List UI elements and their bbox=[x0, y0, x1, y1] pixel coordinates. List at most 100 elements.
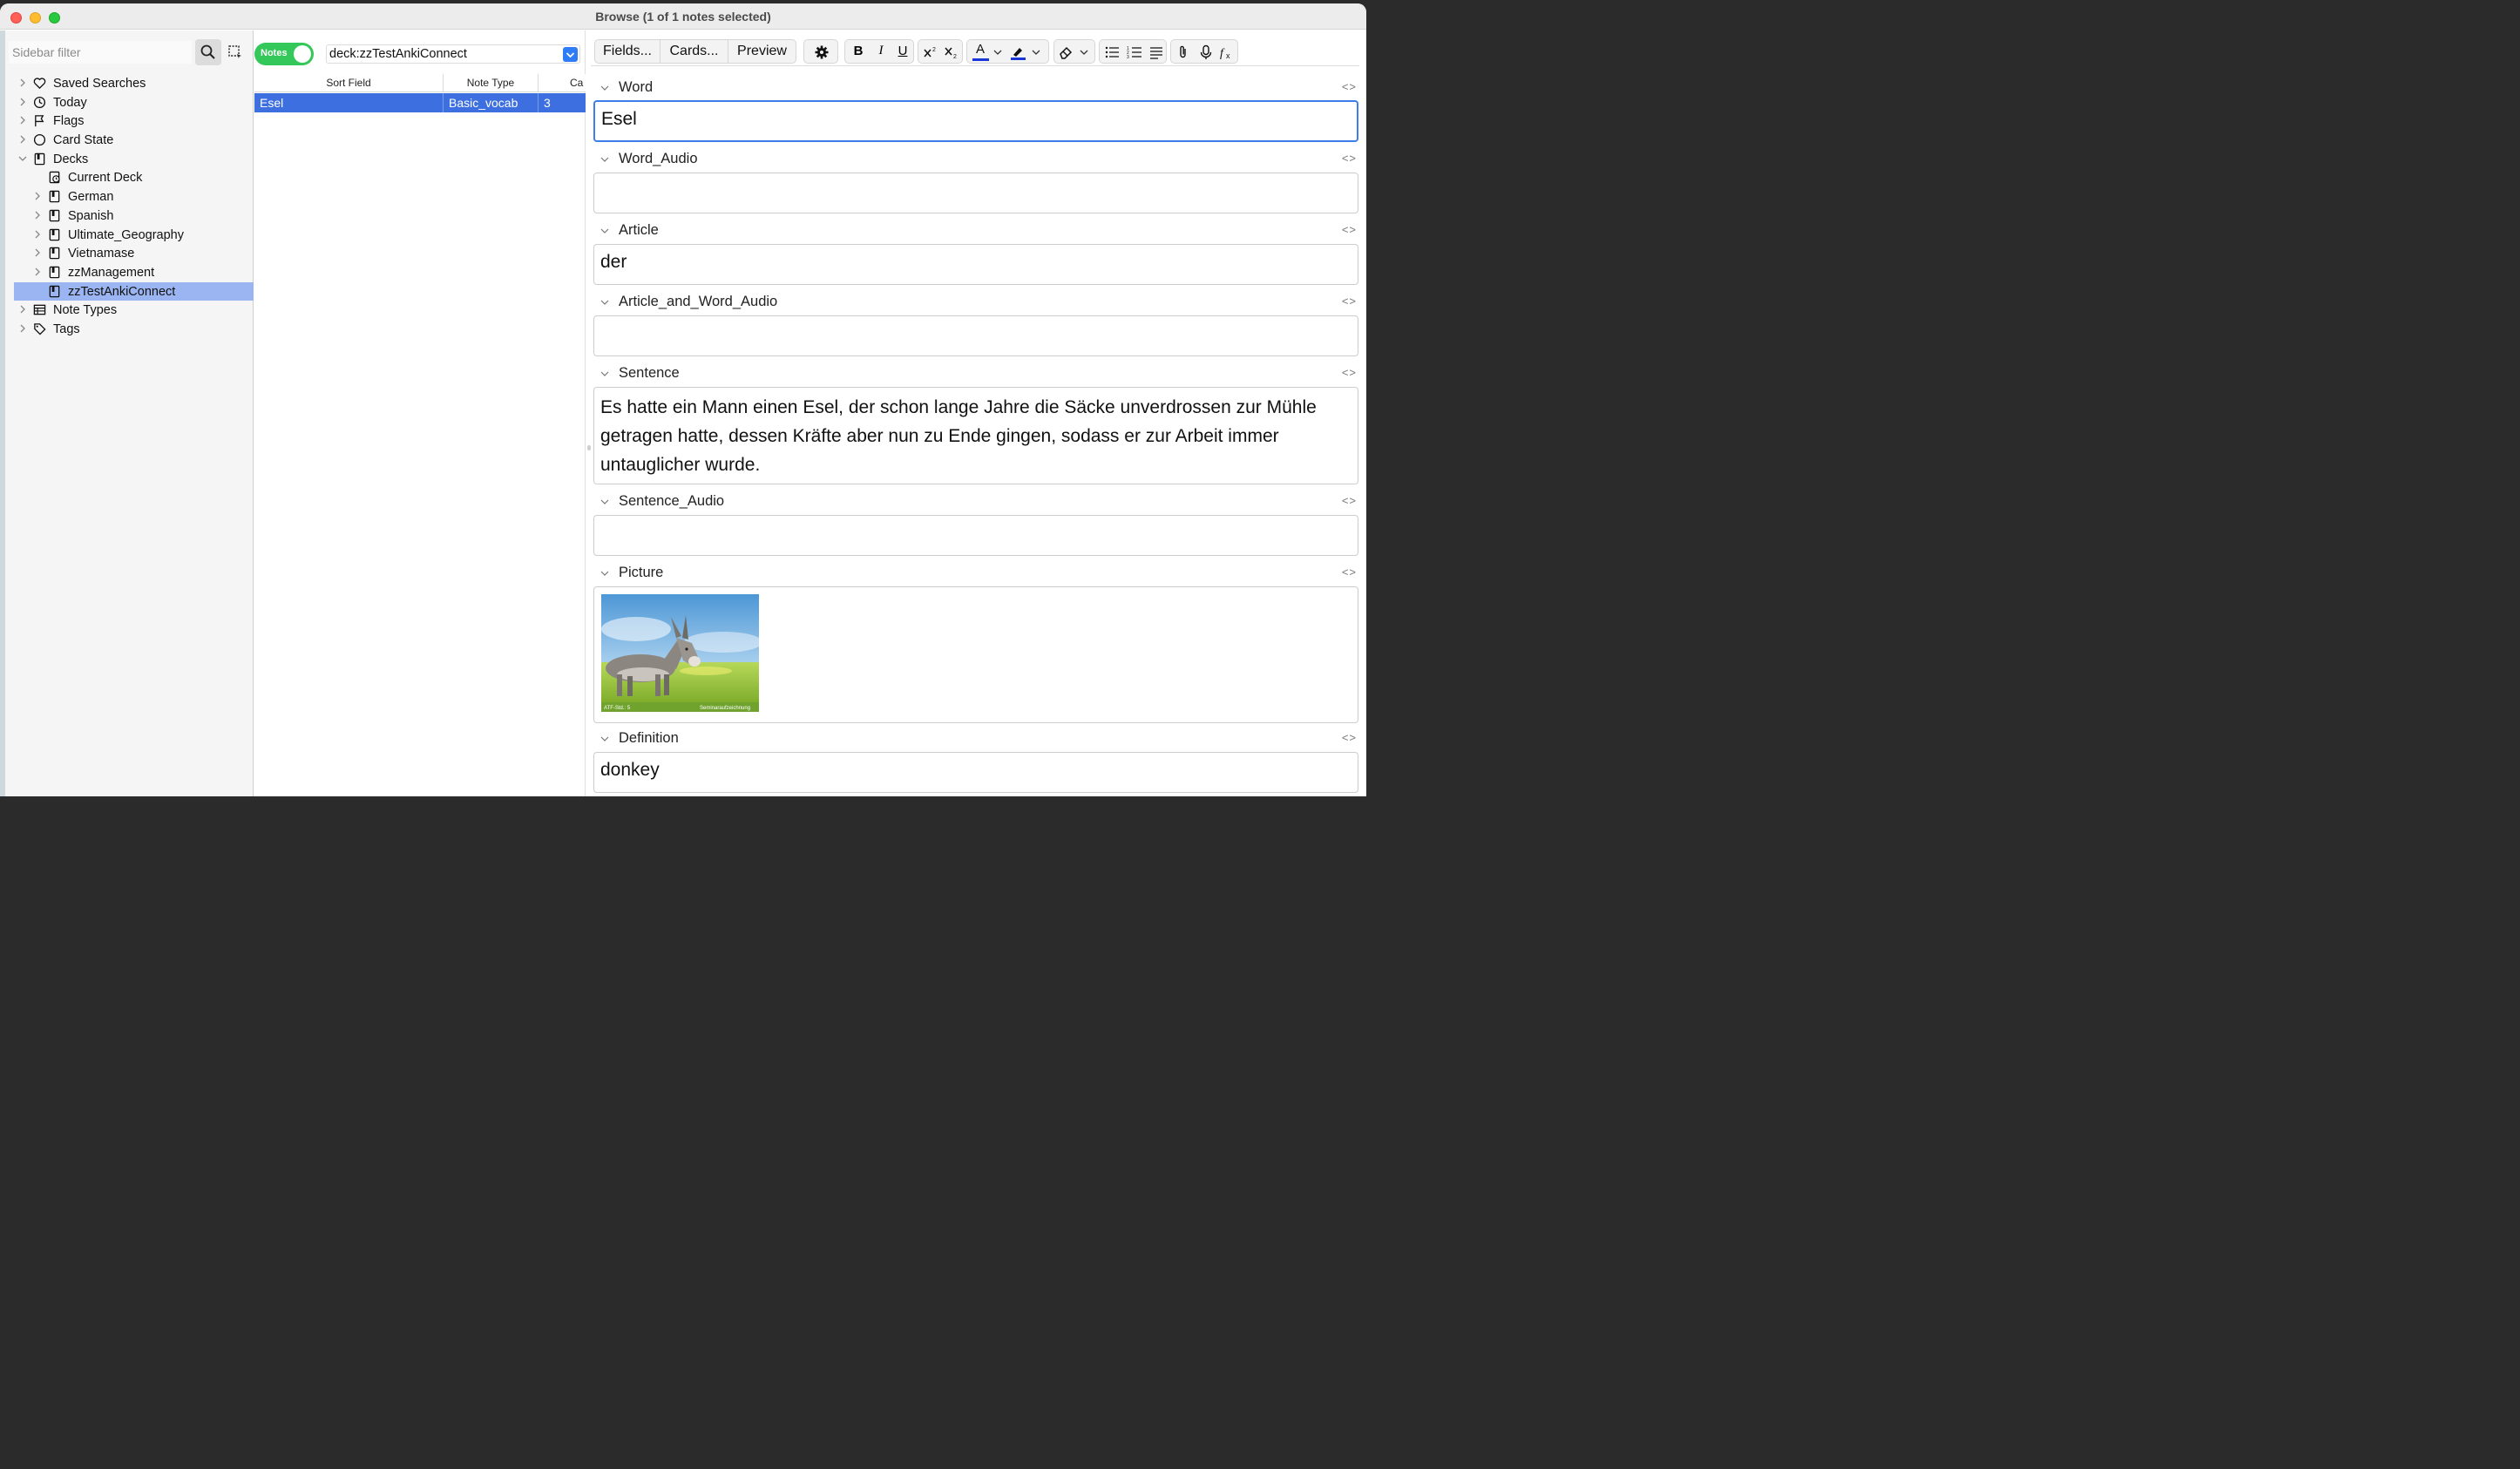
column-header-cards[interactable]: Ca bbox=[542, 77, 586, 89]
donkey-image[interactable]: ATF-Std.: 5 Seminaraufzeichnung bbox=[601, 594, 759, 712]
html-editor-toggle-icon[interactable]: <> bbox=[1342, 731, 1357, 744]
sidebar-filter-input[interactable] bbox=[9, 41, 192, 64]
column-header-note-type[interactable]: Note Type bbox=[444, 77, 538, 89]
sidebar-item-flags[interactable]: Flags bbox=[5, 112, 245, 131]
align-icon[interactable] bbox=[1148, 44, 1164, 60]
search-history-dropdown[interactable] bbox=[563, 47, 578, 62]
bold-button[interactable]: B bbox=[850, 44, 866, 59]
sidebar-item-vietnamase[interactable]: Vietnamase bbox=[5, 244, 245, 263]
deck-icon bbox=[49, 266, 60, 279]
field-header[interactable]: Article_and_Word_Audio <> bbox=[593, 293, 1360, 312]
chevron-right-icon[interactable] bbox=[18, 305, 27, 314]
deck-icon bbox=[34, 152, 45, 165]
sidebar-item-german[interactable]: German bbox=[5, 187, 245, 206]
chevron-down-icon[interactable] bbox=[1031, 44, 1041, 60]
chevron-down-icon[interactable] bbox=[600, 569, 609, 578]
chevron-right-icon[interactable] bbox=[33, 192, 42, 200]
table-header: Sort Field Note Type Ca bbox=[254, 74, 586, 92]
settings-button[interactable] bbox=[803, 39, 838, 64]
word-field-input[interactable]: Esel bbox=[593, 100, 1358, 142]
chevron-right-icon[interactable] bbox=[33, 230, 42, 239]
chevron-right-icon[interactable] bbox=[18, 98, 27, 106]
field-header[interactable]: Word_Audio <> bbox=[593, 150, 1360, 169]
chevron-down-icon[interactable] bbox=[600, 155, 609, 164]
subscript-icon[interactable]: 2 bbox=[944, 44, 959, 60]
html-editor-toggle-icon[interactable]: <> bbox=[1342, 565, 1357, 579]
sidebar-item-card-state[interactable]: Card State bbox=[5, 131, 245, 150]
field-header[interactable]: Sentence_Audio <> bbox=[593, 492, 1360, 511]
sidebar-item-spanish[interactable]: Spanish bbox=[5, 206, 245, 226]
chevron-down-icon[interactable] bbox=[600, 734, 609, 743]
column-header-sort-field[interactable]: Sort Field bbox=[254, 77, 443, 89]
definition-field-input[interactable]: donkey bbox=[593, 752, 1358, 793]
sidebar-item-zzmanagement[interactable]: zzManagement bbox=[5, 263, 245, 282]
chevron-right-icon[interactable] bbox=[18, 116, 27, 125]
field-header[interactable]: Definition <> bbox=[593, 729, 1360, 748]
chevron-down-icon[interactable] bbox=[600, 369, 609, 378]
html-editor-toggle-icon[interactable]: <> bbox=[1342, 152, 1357, 165]
cards-button[interactable]: Cards... bbox=[660, 39, 728, 64]
sidebar-item-tags[interactable]: Tags bbox=[5, 320, 245, 339]
eraser-icon[interactable] bbox=[1058, 44, 1074, 60]
current-deck-icon bbox=[49, 172, 60, 184]
field-label: Sentence bbox=[619, 365, 680, 381]
numbered-list-icon[interactable]: 123 bbox=[1127, 44, 1142, 60]
html-editor-toggle-icon[interactable]: <> bbox=[1342, 80, 1357, 93]
chevron-right-icon[interactable] bbox=[33, 248, 42, 257]
chevron-down-icon[interactable] bbox=[992, 44, 1003, 60]
chevron-right-icon[interactable] bbox=[33, 267, 42, 276]
sidebar-item-ultimate-geography[interactable]: Ultimate_Geography bbox=[5, 226, 245, 245]
field-header[interactable]: Sentence <> bbox=[593, 364, 1360, 383]
table-row[interactable]: Esel Basic_vocab 3 bbox=[254, 93, 586, 112]
field-header[interactable]: Word <> bbox=[593, 78, 1360, 98]
chevron-down-icon[interactable] bbox=[600, 227, 609, 235]
highlighter-icon[interactable] bbox=[1010, 44, 1026, 60]
article-field-input[interactable]: der bbox=[593, 244, 1358, 285]
html-editor-toggle-icon[interactable]: <> bbox=[1342, 223, 1357, 236]
chevron-down-icon[interactable] bbox=[18, 154, 27, 163]
text-color-button[interactable]: A bbox=[972, 42, 988, 58]
bullet-list-icon[interactable] bbox=[1104, 44, 1120, 60]
italic-button[interactable]: I bbox=[873, 44, 889, 59]
html-editor-toggle-icon[interactable]: <> bbox=[1342, 366, 1357, 379]
sidebar-item-zztestankiconnect[interactable]: zzTestAnkiConnect bbox=[14, 281, 254, 301]
sidebar-item-note-types[interactable]: Note Types bbox=[5, 301, 245, 320]
chevron-right-icon[interactable] bbox=[33, 211, 42, 220]
chevron-down-icon[interactable] bbox=[600, 298, 609, 307]
field-label: Word_Audio bbox=[619, 151, 698, 166]
article-and-word-audio-field-input[interactable] bbox=[593, 315, 1358, 356]
selection-mode-icon[interactable] bbox=[227, 44, 243, 60]
chevron-right-icon[interactable] bbox=[18, 135, 27, 144]
sentence-audio-field-input[interactable] bbox=[593, 515, 1358, 556]
sidebar-item-saved-searches[interactable]: Saved Searches bbox=[5, 74, 245, 93]
donkey-illustration: ATF-Std.: 5 Seminaraufzeichnung bbox=[601, 594, 759, 712]
sidebar-item-today[interactable]: Today bbox=[5, 93, 245, 112]
sidebar-search-button[interactable] bbox=[195, 39, 221, 65]
picture-field-input[interactable]: ATF-Std.: 5 Seminaraufzeichnung bbox=[593, 586, 1358, 723]
sidebar: Saved Searches Today Flags Card State bbox=[5, 30, 254, 796]
field-header[interactable]: Article <> bbox=[593, 221, 1360, 240]
word-audio-field-input[interactable] bbox=[593, 173, 1358, 213]
microphone-icon[interactable] bbox=[1198, 44, 1214, 60]
chevron-right-icon[interactable] bbox=[18, 324, 27, 333]
sentence-field-input[interactable]: Es hatte ein Mann einen Esel, der schon … bbox=[593, 387, 1358, 484]
chevron-down-icon[interactable] bbox=[600, 84, 609, 92]
superscript-icon[interactable]: 2 bbox=[923, 44, 938, 60]
sidebar-item-label: Today bbox=[53, 95, 87, 110]
fields-button[interactable]: Fields... bbox=[594, 39, 660, 64]
html-editor-toggle-icon[interactable]: <> bbox=[1342, 494, 1357, 507]
formula-icon[interactable]: fx bbox=[1220, 44, 1236, 60]
chevron-down-icon[interactable] bbox=[1079, 44, 1089, 60]
sidebar-item-decks[interactable]: Decks bbox=[5, 150, 245, 169]
preview-button[interactable]: Preview bbox=[728, 39, 796, 64]
column-divider[interactable] bbox=[538, 74, 539, 92]
browser-search-input[interactable]: deck:zzTestAnkiConnect bbox=[326, 44, 580, 64]
paperclip-icon[interactable] bbox=[1175, 44, 1191, 60]
underline-button[interactable]: U bbox=[895, 44, 911, 59]
notes-cards-toggle[interactable]: Notes bbox=[254, 43, 314, 65]
sidebar-item-current-deck[interactable]: Current Deck bbox=[5, 168, 245, 187]
chevron-right-icon[interactable] bbox=[18, 78, 27, 87]
chevron-down-icon[interactable] bbox=[600, 498, 609, 506]
html-editor-toggle-icon[interactable]: <> bbox=[1342, 294, 1357, 308]
field-header[interactable]: Picture <> bbox=[593, 564, 1360, 583]
